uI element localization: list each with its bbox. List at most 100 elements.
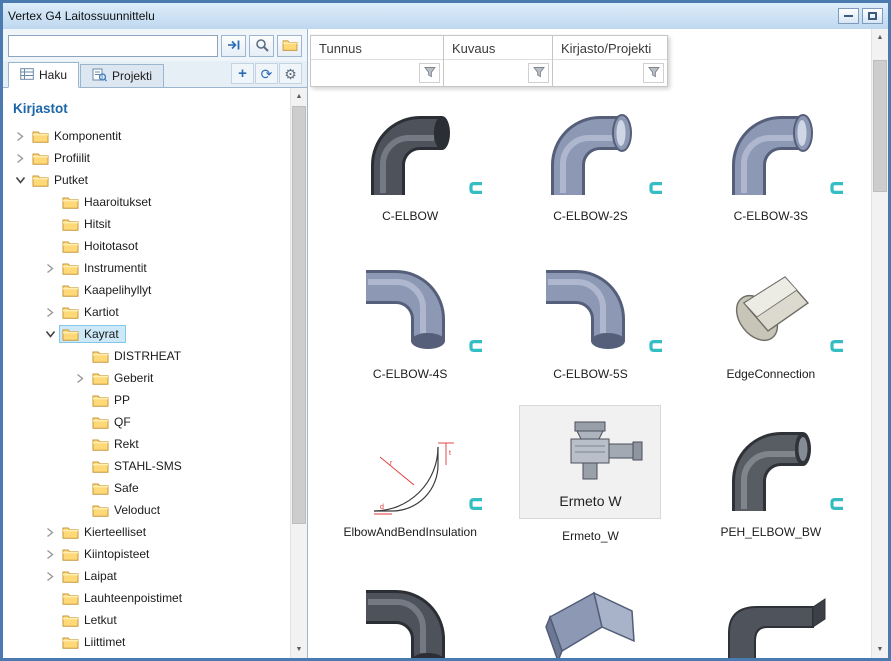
tree-item-qf[interactable]: QF	[3, 411, 290, 433]
filter-kirjasto-button[interactable]	[643, 63, 664, 83]
tree-node[interactable]: Laipat	[59, 567, 124, 585]
scroll-down-icon[interactable]: ▼	[872, 641, 888, 658]
tree-node[interactable]: Instrumentit	[59, 259, 154, 277]
tree-item-pp[interactable]: PP	[3, 389, 290, 411]
column-header-tunnus[interactable]: Tunnus	[310, 35, 444, 87]
tree-item-putket[interactable]: Putket	[3, 169, 290, 191]
tree-node[interactable]: Hitsit	[59, 215, 118, 233]
chevron-collapsed-icon[interactable]	[41, 263, 59, 274]
tree-item-letkut[interactable]: Letkut	[3, 609, 290, 631]
grid-item-partial-11[interactable]	[502, 581, 678, 658]
tree-node[interactable]: Hoitotasot	[59, 237, 145, 255]
scrollbar-track[interactable]	[291, 105, 307, 641]
tree-node[interactable]: Veloduct	[89, 501, 167, 519]
apply-search-button[interactable]	[221, 35, 246, 57]
tree-item-veloduct[interactable]: Veloduct	[3, 499, 290, 521]
chevron-collapsed-icon[interactable]	[41, 527, 59, 538]
grid-item-partial-12[interactable]	[683, 581, 859, 658]
grid-item-partial-10[interactable]	[322, 581, 498, 658]
tree-node[interactable]: Kaapelihyllyt	[59, 281, 158, 299]
tree-item-distrheat[interactable]: DISTRHEAT	[3, 345, 290, 367]
tree-item-kaapelihyllyt[interactable]: Kaapelihyllyt	[3, 279, 290, 301]
tree-item-kayrat[interactable]: Kayrat	[3, 323, 290, 345]
filter-kuvaus-button[interactable]	[528, 63, 549, 83]
maximize-button[interactable]	[862, 8, 883, 24]
tree-item-lauhteenpoistimet[interactable]: Lauhteenpoistimet	[3, 587, 290, 609]
search-input[interactable]	[8, 35, 218, 57]
tree-node[interactable]: Safe	[89, 479, 146, 497]
tree-item-kiintopisteet[interactable]: Kiintopisteet	[3, 543, 290, 565]
tree-node[interactable]: Profiilit	[29, 149, 97, 167]
tree-item-safe[interactable]: Safe	[3, 477, 290, 499]
results-scrollbar[interactable]: ▲ ▼	[871, 29, 888, 658]
column-header-kuvaus[interactable]: Kuvaus	[443, 35, 553, 87]
tree-item-liittimet[interactable]: Liittimet	[3, 631, 290, 653]
grid-item-c-elbow-2s[interactable]: C-ELBOW-2S	[502, 103, 678, 223]
grid-item-peh-elbow-bw[interactable]: PEH_ELBOW_BW	[683, 419, 859, 543]
grid-item-c-elbow-3s[interactable]: C-ELBOW-3S	[683, 103, 859, 223]
tree-item-geberit[interactable]: Geberit	[3, 367, 290, 389]
tree-item-instrumentit[interactable]: Instrumentit	[3, 257, 290, 279]
tree-node[interactable]: Putket	[29, 171, 95, 189]
scroll-down-icon[interactable]: ▼	[291, 641, 307, 658]
chevron-expanded-icon[interactable]	[11, 176, 29, 184]
tree-item-kierteelliset[interactable]: Kierteelliset	[3, 521, 290, 543]
tree-node[interactable]: Komponentit	[29, 127, 128, 145]
title-bar[interactable]: Vertex G4 Laitossuunnittelu	[3, 3, 888, 29]
tree-node[interactable]: Letkut	[59, 611, 124, 629]
grid-item-edgeconnection[interactable]: EdgeConnection	[683, 261, 859, 381]
chevron-collapsed-icon[interactable]	[41, 307, 59, 318]
chevron-collapsed-icon[interactable]	[41, 549, 59, 560]
browse-folder-button[interactable]	[277, 35, 302, 57]
grid-item-c-elbow-5s[interactable]: C-ELBOW-5S	[502, 261, 678, 381]
refresh-button[interactable]: ⟳	[255, 63, 278, 84]
tree-node[interactable]: Kierteelliset	[59, 523, 153, 541]
tree-item-hoitotasot[interactable]: Hoitotasot	[3, 235, 290, 257]
tree-item-kartiot[interactable]: Kartiot	[3, 301, 290, 323]
tree-node-selected[interactable]: Kayrat	[59, 325, 126, 343]
grid-item-elbowandbendinsulation[interactable]: rdtElbowAndBendInsulation	[322, 419, 498, 543]
tree-node[interactable]: QF	[89, 413, 138, 431]
tree-node[interactable]: Kartiot	[59, 303, 126, 321]
settings-button[interactable]: ⚙	[279, 63, 302, 84]
svg-text:t: t	[449, 450, 451, 457]
tree-item-laipat[interactable]: Laipat	[3, 565, 290, 587]
add-button[interactable]: +	[231, 63, 254, 84]
tree-item-komponentit[interactable]: Komponentit	[3, 125, 290, 147]
chevron-collapsed-icon[interactable]	[41, 571, 59, 582]
column-header-kirjasto-projekti[interactable]: Kirjasto/Projekti	[552, 35, 668, 87]
tree-node[interactable]: Liittimet	[59, 633, 132, 651]
tree-node[interactable]: Geberit	[89, 369, 160, 387]
tree-item-haaroitukset[interactable]: Haaroitukset	[3, 191, 290, 213]
grid-item-c-elbow-4s[interactable]: C-ELBOW-4S	[322, 261, 498, 381]
tree-node[interactable]: DISTRHEAT	[89, 347, 188, 365]
minimize-icon	[844, 15, 853, 17]
scroll-up-icon[interactable]: ▲	[872, 29, 888, 46]
tree-node[interactable]: Haaroitukset	[59, 193, 158, 211]
scrollbar-thumb[interactable]	[292, 106, 306, 524]
tree-item-rekt[interactable]: Rekt	[3, 433, 290, 455]
scroll-up-icon[interactable]: ▲	[291, 88, 307, 105]
tree-item-hitsit[interactable]: Hitsit	[3, 213, 290, 235]
tree-node[interactable]: Lauhteenpoistimet	[59, 589, 189, 607]
tree-scrollbar[interactable]: ▲ ▼	[290, 88, 307, 658]
chevron-collapsed-icon[interactable]	[11, 131, 29, 142]
chevron-collapsed-icon[interactable]	[71, 373, 89, 384]
search-button[interactable]	[249, 35, 274, 57]
tree-node[interactable]: PP	[89, 391, 137, 409]
chevron-collapsed-icon[interactable]	[11, 153, 29, 164]
tree-node[interactable]: Kiintopisteet	[59, 545, 156, 563]
tree-item-stahl-sms[interactable]: STAHL-SMS	[3, 455, 290, 477]
scrollbar-track[interactable]	[872, 46, 888, 641]
grid-item-c-elbow[interactable]: C-ELBOW	[322, 103, 498, 223]
scrollbar-thumb[interactable]	[873, 60, 887, 192]
tree-node[interactable]: Rekt	[89, 435, 146, 453]
minimize-button[interactable]	[838, 8, 859, 24]
tab-projekti[interactable]: Projekti	[80, 64, 164, 87]
filter-tunnus-button[interactable]	[419, 63, 440, 83]
chevron-expanded-icon[interactable]	[41, 330, 59, 338]
tree-node[interactable]: STAHL-SMS	[89, 457, 189, 475]
tab-haku[interactable]: Haku	[8, 62, 79, 88]
tree-item-profiilit[interactable]: Profiilit	[3, 147, 290, 169]
grid-item-ermeto-w[interactable]: Ermeto WErmeto_W	[502, 419, 678, 543]
